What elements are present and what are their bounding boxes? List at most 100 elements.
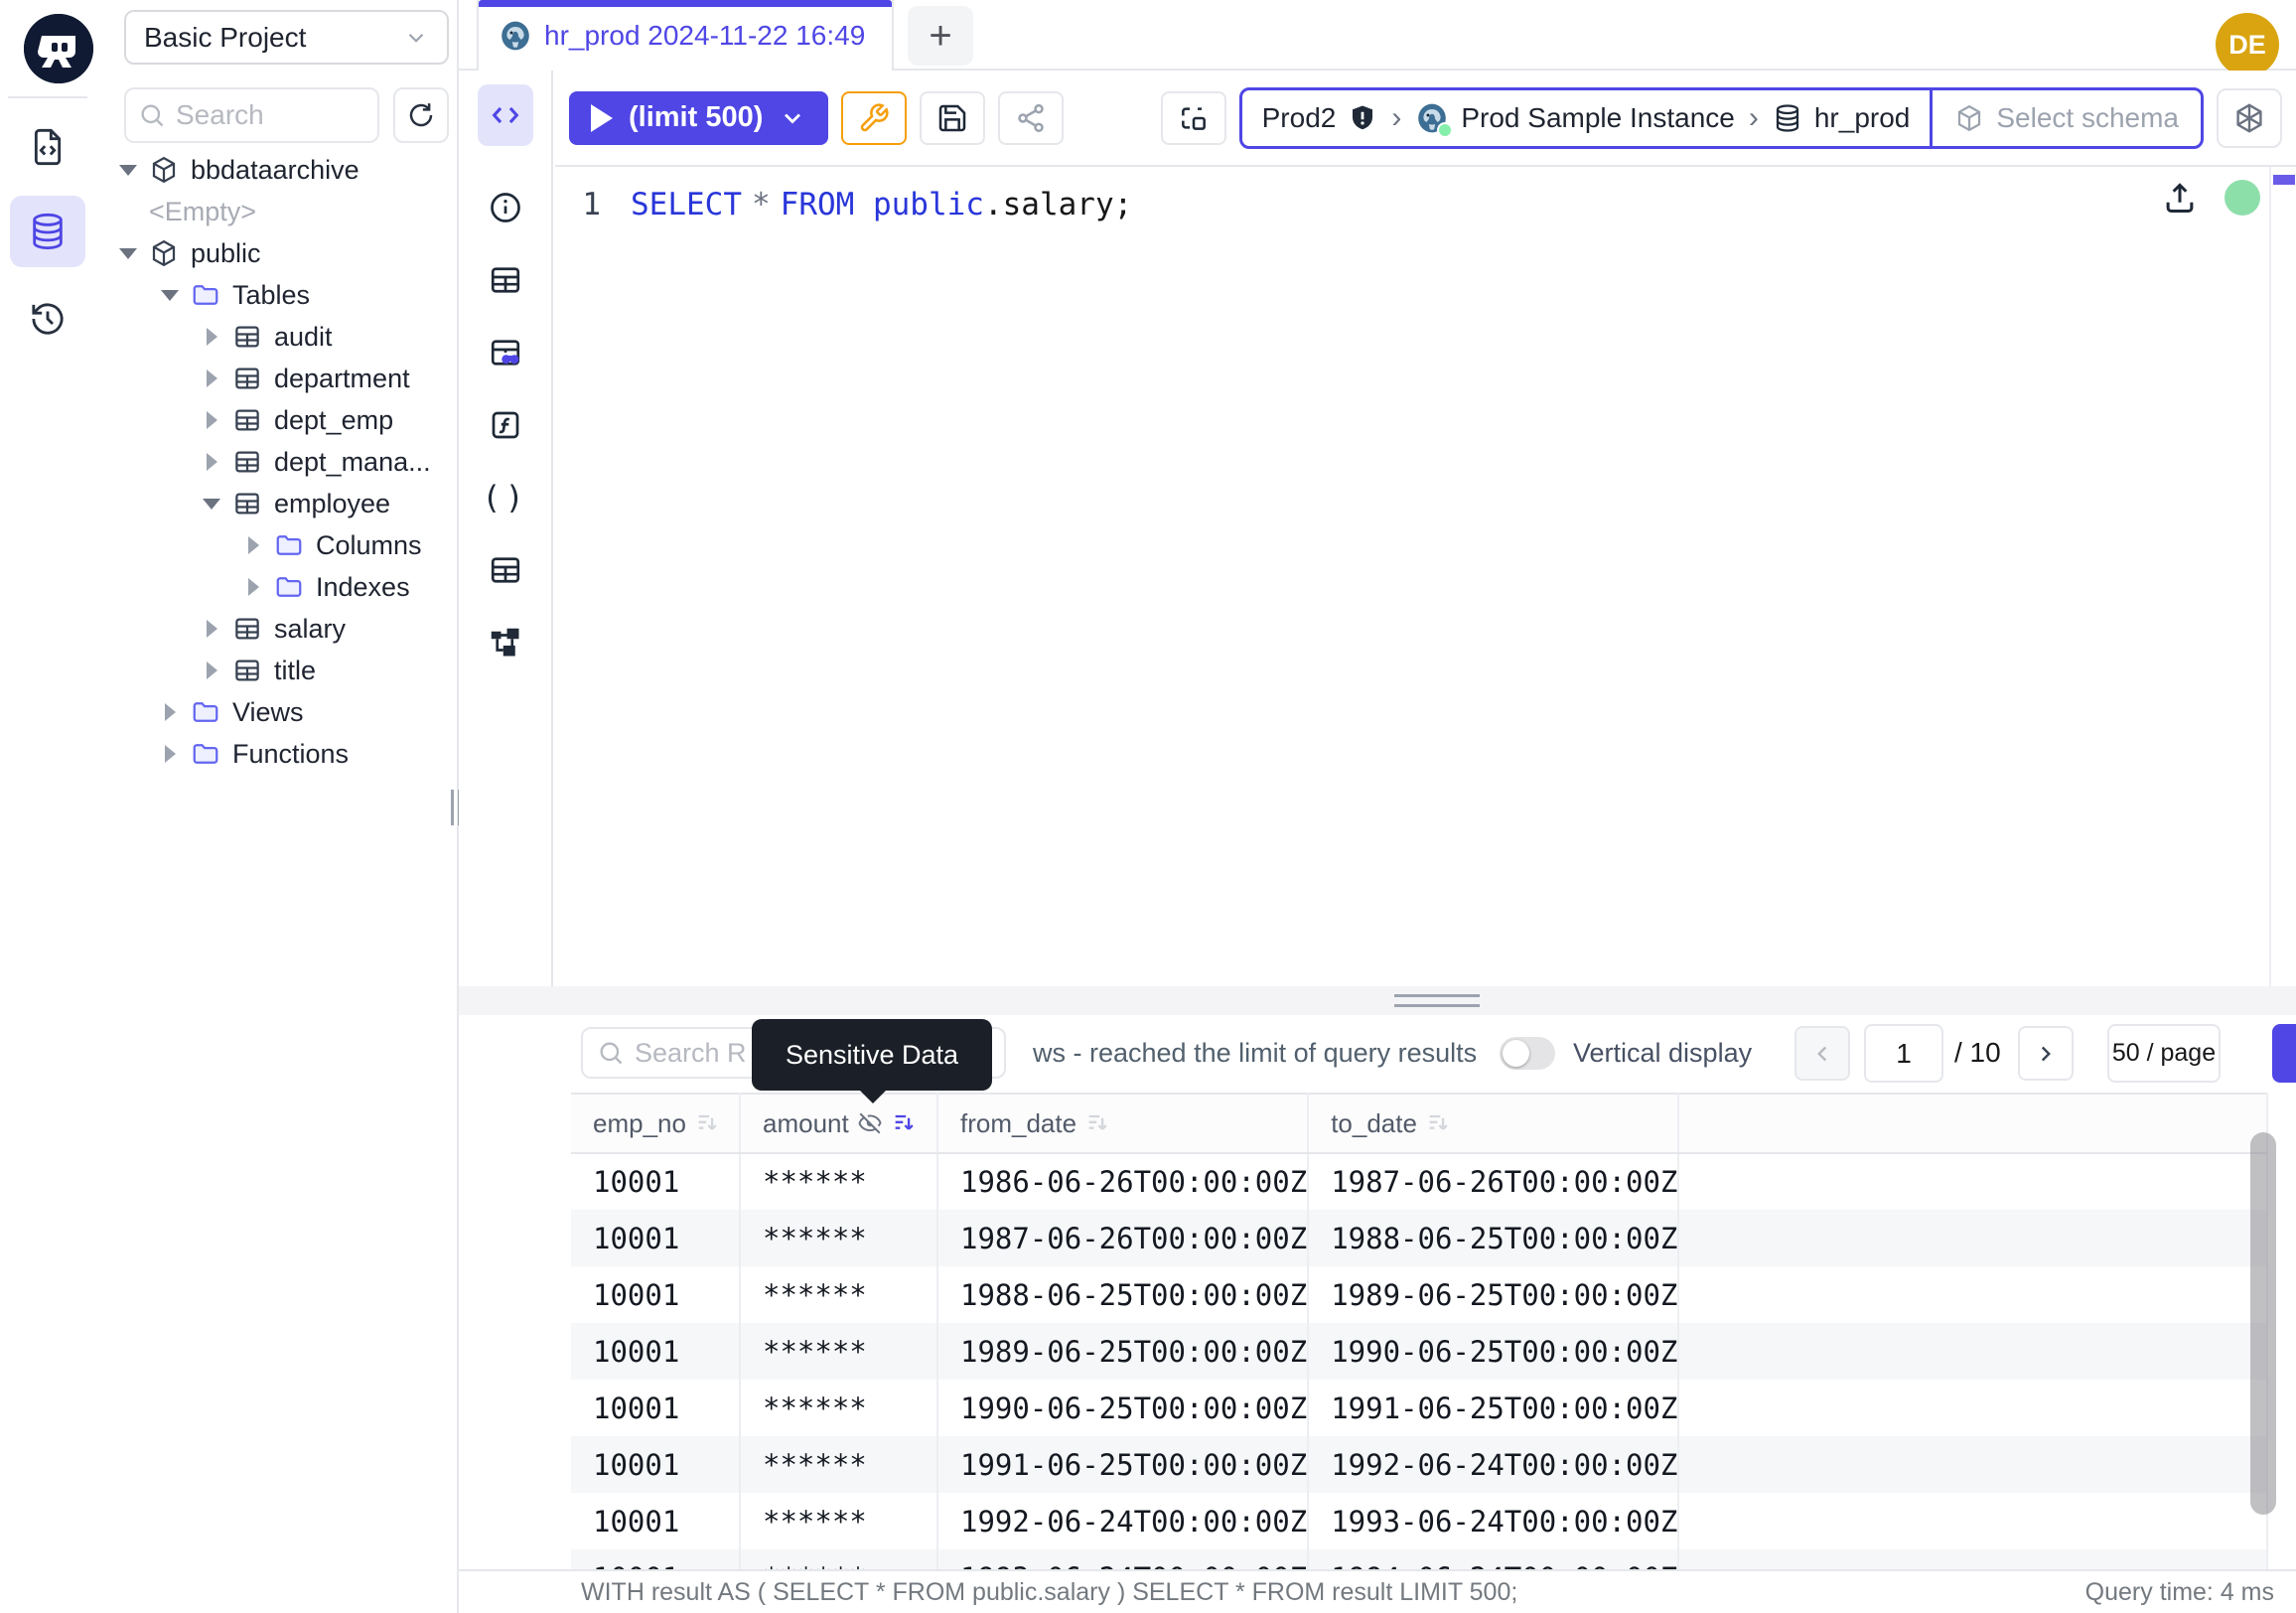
table-cell[interactable]: 1987-06-26T00:00:00Z bbox=[937, 1210, 1308, 1266]
tree-node[interactable]: <Empty> bbox=[95, 191, 455, 232]
tree-caret-icon[interactable] bbox=[242, 576, 264, 598]
function-icon[interactable] bbox=[488, 407, 523, 443]
tree-caret-icon[interactable] bbox=[201, 451, 222, 473]
tree-caret-icon[interactable] bbox=[201, 660, 222, 681]
table-cell[interactable]: ****** bbox=[740, 1323, 937, 1380]
upload-icon[interactable] bbox=[2161, 179, 2199, 217]
editor-scrollbar[interactable] bbox=[2269, 167, 2296, 986]
tree-search-input[interactable] bbox=[176, 99, 365, 131]
table-cell[interactable]: 1993-06-24T00:00:00Z bbox=[1308, 1493, 1678, 1549]
select-schema-button[interactable]: Select schema bbox=[1933, 90, 2201, 146]
table-cell[interactable]: 1992-06-24T00:00:00Z bbox=[937, 1493, 1308, 1549]
tree-caret-icon[interactable] bbox=[117, 242, 139, 264]
tree-node[interactable]: title bbox=[95, 650, 455, 691]
format-wrench-button[interactable] bbox=[841, 91, 907, 145]
table-search-icon[interactable] bbox=[488, 335, 523, 370]
table-cell[interactable]: 1991-06-25T00:00:00Z bbox=[937, 1436, 1308, 1493]
tree-caret-icon[interactable] bbox=[159, 284, 181, 306]
tree-node[interactable]: dept_emp bbox=[95, 399, 455, 441]
table-icon[interactable] bbox=[488, 262, 523, 298]
database-nav-button[interactable] bbox=[10, 196, 85, 267]
table-cell[interactable]: 1991-06-25T00:00:00Z bbox=[1308, 1380, 1678, 1436]
table-cell[interactable]: 1986-06-26T00:00:00Z bbox=[937, 1153, 1308, 1210]
tree-caret-icon[interactable] bbox=[159, 743, 181, 765]
tree-node[interactable]: department bbox=[95, 358, 455, 399]
table-cell[interactable]: 1992-06-24T00:00:00Z bbox=[1308, 1436, 1678, 1493]
batch-query-button[interactable] bbox=[1161, 91, 1226, 145]
save-button[interactable] bbox=[920, 91, 985, 145]
panel-split-divider[interactable] bbox=[459, 986, 2296, 1015]
table-cell[interactable]: ****** bbox=[740, 1493, 937, 1549]
tree-node[interactable]: Columns bbox=[95, 524, 455, 566]
table-cell[interactable]: 1989-06-25T00:00:00Z bbox=[1308, 1266, 1678, 1323]
column-header-emp_no[interactable]: emp_no bbox=[571, 1094, 740, 1153]
table-cell[interactable]: 10001 bbox=[571, 1153, 740, 1210]
code-panel-toggle[interactable] bbox=[478, 84, 533, 146]
table-cell[interactable]: 10001 bbox=[571, 1380, 740, 1436]
table-cell[interactable]: ****** bbox=[740, 1549, 937, 1569]
table-cell[interactable]: 1989-06-25T00:00:00Z bbox=[937, 1323, 1308, 1380]
tree-node[interactable]: salary bbox=[95, 608, 455, 650]
table-row[interactable]: 10001******1992-06-24T00:00:00Z1993-06-2… bbox=[571, 1493, 2267, 1549]
table-cell[interactable]: 10001 bbox=[571, 1266, 740, 1323]
sql-editor[interactable]: 1 SELECT*FROM public.salary; bbox=[555, 167, 2269, 986]
table-cell[interactable]: 1993-06-24T00:00:00Z bbox=[937, 1549, 1308, 1569]
page-number-input[interactable] bbox=[1864, 1024, 1943, 1083]
prev-page-button[interactable] bbox=[1794, 1026, 1850, 1081]
table-secondary-icon[interactable] bbox=[488, 552, 523, 588]
table-row[interactable]: 10001******1989-06-25T00:00:00Z1990-06-2… bbox=[571, 1323, 2267, 1380]
tree-node[interactable]: Functions bbox=[95, 733, 455, 775]
tree-node[interactable]: bbdataarchive bbox=[95, 149, 455, 191]
connection-breadcrumb[interactable]: Prod2 › Prod Sample Instance › hr_prod bbox=[1242, 90, 1931, 146]
table-cell[interactable]: 10001 bbox=[571, 1549, 740, 1569]
user-avatar[interactable]: DE bbox=[2216, 13, 2279, 76]
tree-node[interactable]: Indexes bbox=[95, 566, 455, 608]
worksheet-nav-button[interactable] bbox=[10, 111, 85, 183]
table-cell[interactable]: 10001 bbox=[571, 1436, 740, 1493]
table-cell[interactable]: 1988-06-25T00:00:00Z bbox=[937, 1266, 1308, 1323]
table-row[interactable]: 10001******1991-06-25T00:00:00Z1992-06-2… bbox=[571, 1436, 2267, 1493]
tree-caret-icon[interactable] bbox=[201, 367, 222, 389]
tree-caret-icon[interactable] bbox=[201, 326, 222, 348]
tree-caret-icon[interactable] bbox=[201, 618, 222, 640]
parentheses-icon[interactable]: () bbox=[488, 480, 523, 515]
tree-refresh-button[interactable] bbox=[393, 87, 449, 143]
table-cell[interactable]: 10001 bbox=[571, 1493, 740, 1549]
table-row[interactable]: 10001******1987-06-26T00:00:00Z1988-06-2… bbox=[571, 1210, 2267, 1266]
table-cell[interactable]: ****** bbox=[740, 1436, 937, 1493]
tree-caret-icon[interactable] bbox=[242, 534, 264, 556]
vertical-display-toggle[interactable] bbox=[1500, 1037, 1555, 1070]
ai-assistant-button[interactable] bbox=[2217, 88, 2282, 148]
table-cell[interactable]: ****** bbox=[740, 1380, 937, 1436]
run-query-button[interactable]: (limit 500) bbox=[569, 91, 828, 145]
table-row[interactable]: 10001******1986-06-26T00:00:00Z1987-06-2… bbox=[571, 1153, 2267, 1210]
table-cell[interactable]: ****** bbox=[740, 1153, 937, 1210]
bytebase-logo[interactable] bbox=[24, 14, 93, 83]
table-cell[interactable]: 1988-06-25T00:00:00Z bbox=[1308, 1210, 1678, 1266]
table-row[interactable]: 10001******1990-06-25T00:00:00Z1991-06-2… bbox=[571, 1380, 2267, 1436]
table-cell[interactable]: ****** bbox=[740, 1210, 937, 1266]
tree-node[interactable]: audit bbox=[95, 316, 455, 358]
tree-caret-icon[interactable] bbox=[117, 159, 139, 181]
table-cell[interactable]: 1987-06-26T00:00:00Z bbox=[1308, 1153, 1678, 1210]
tree-node[interactable]: Views bbox=[95, 691, 455, 733]
table-cell[interactable]: 10001 bbox=[571, 1323, 740, 1380]
project-selector[interactable]: Basic Project bbox=[124, 10, 449, 65]
tree-caret-icon[interactable] bbox=[159, 701, 181, 723]
tree-node[interactable]: Tables bbox=[95, 274, 455, 316]
tree-caret-icon[interactable] bbox=[201, 493, 222, 514]
table-cell[interactable]: 1990-06-25T00:00:00Z bbox=[1308, 1323, 1678, 1380]
table-row[interactable]: 10001******1988-06-25T00:00:00Z1989-06-2… bbox=[571, 1266, 2267, 1323]
table-cell[interactable]: 10001 bbox=[571, 1210, 740, 1266]
page-size-select[interactable]: 50 / page bbox=[2107, 1024, 2221, 1083]
column-header-to_date[interactable]: to_date bbox=[1308, 1094, 1678, 1153]
next-page-button[interactable] bbox=[2018, 1026, 2074, 1081]
new-tab-button[interactable]: + bbox=[908, 6, 973, 66]
tree-caret-icon[interactable] bbox=[117, 201, 139, 222]
table-cell[interactable]: ****** bbox=[740, 1266, 937, 1323]
table-cell[interactable]: 1990-06-25T00:00:00Z bbox=[937, 1380, 1308, 1436]
share-button[interactable] bbox=[998, 91, 1064, 145]
history-nav-button[interactable] bbox=[10, 283, 85, 355]
table-row[interactable]: 10001******1993-06-24T00:00:00Z1994-06-2… bbox=[571, 1549, 2267, 1569]
worksheet-tab[interactable]: hr_prod 2024-11-22 16:49 bbox=[477, 0, 894, 71]
